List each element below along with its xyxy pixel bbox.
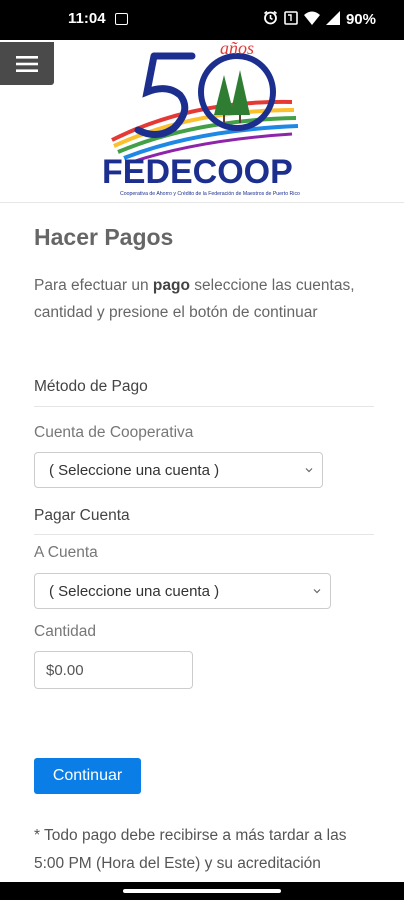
fedecoop-logo: años FEDECOOP Cooperativa de Ahorro y Cr…: [102, 40, 300, 197]
continue-button[interactable]: Continuar: [34, 758, 141, 794]
intro-text: Para efectuar un pago seleccione las cue…: [34, 272, 364, 326]
signal-icon: [325, 10, 340, 29]
wifi-icon: [303, 11, 320, 29]
status-time: 11:04: [68, 10, 106, 27]
amount-label: Cantidad: [34, 623, 97, 640]
nfc-icon: [284, 10, 298, 29]
intro-bold: pago: [152, 277, 190, 294]
target-account-label: A Cuenta: [34, 544, 98, 561]
alarm-icon: [263, 10, 278, 29]
source-account-label: Cuenta de Cooperativa: [34, 424, 194, 441]
status-bar: 11:04 90%: [0, 0, 404, 40]
target-account-value: ( Seleccione una cuenta ): [49, 583, 220, 600]
divider: [34, 406, 374, 407]
header: años FEDECOOP Cooperativa de Ahorro y Cr…: [0, 40, 404, 203]
divider: [34, 534, 374, 535]
amount-value: $0.00: [46, 662, 84, 679]
logo-name: FEDECOOP: [102, 153, 293, 191]
target-account-select[interactable]: ( Seleccione una cuenta ): [34, 573, 331, 609]
menu-button[interactable]: [0, 42, 54, 85]
image-notification-icon: [115, 13, 128, 25]
logo-anos: años: [220, 40, 254, 58]
chevron-down-icon: [313, 589, 321, 594]
footer-note: * Todo pago debe recibirse a más tardar …: [34, 827, 347, 872]
page-title: Hacer Pagos: [34, 224, 174, 250]
source-account-value: ( Seleccione una cuenta ): [49, 462, 220, 479]
hamburger-icon: [16, 55, 38, 72]
logo-tagline: Cooperativa de Ahorro y Crédito de la Fe…: [120, 191, 300, 197]
home-handle[interactable]: [123, 889, 281, 893]
source-account-select[interactable]: ( Seleccione una cuenta ): [34, 452, 323, 488]
amount-input[interactable]: $0.00: [34, 651, 193, 689]
intro-pre: Para efectuar un: [34, 277, 153, 294]
battery-text: 90%: [345, 11, 376, 28]
status-icons: 90%: [263, 10, 376, 29]
system-nav-bar: [0, 882, 404, 900]
method-heading: Método de Pago: [34, 378, 148, 395]
chevron-down-icon: [305, 468, 313, 473]
pay-heading: Pagar Cuenta: [34, 507, 130, 524]
